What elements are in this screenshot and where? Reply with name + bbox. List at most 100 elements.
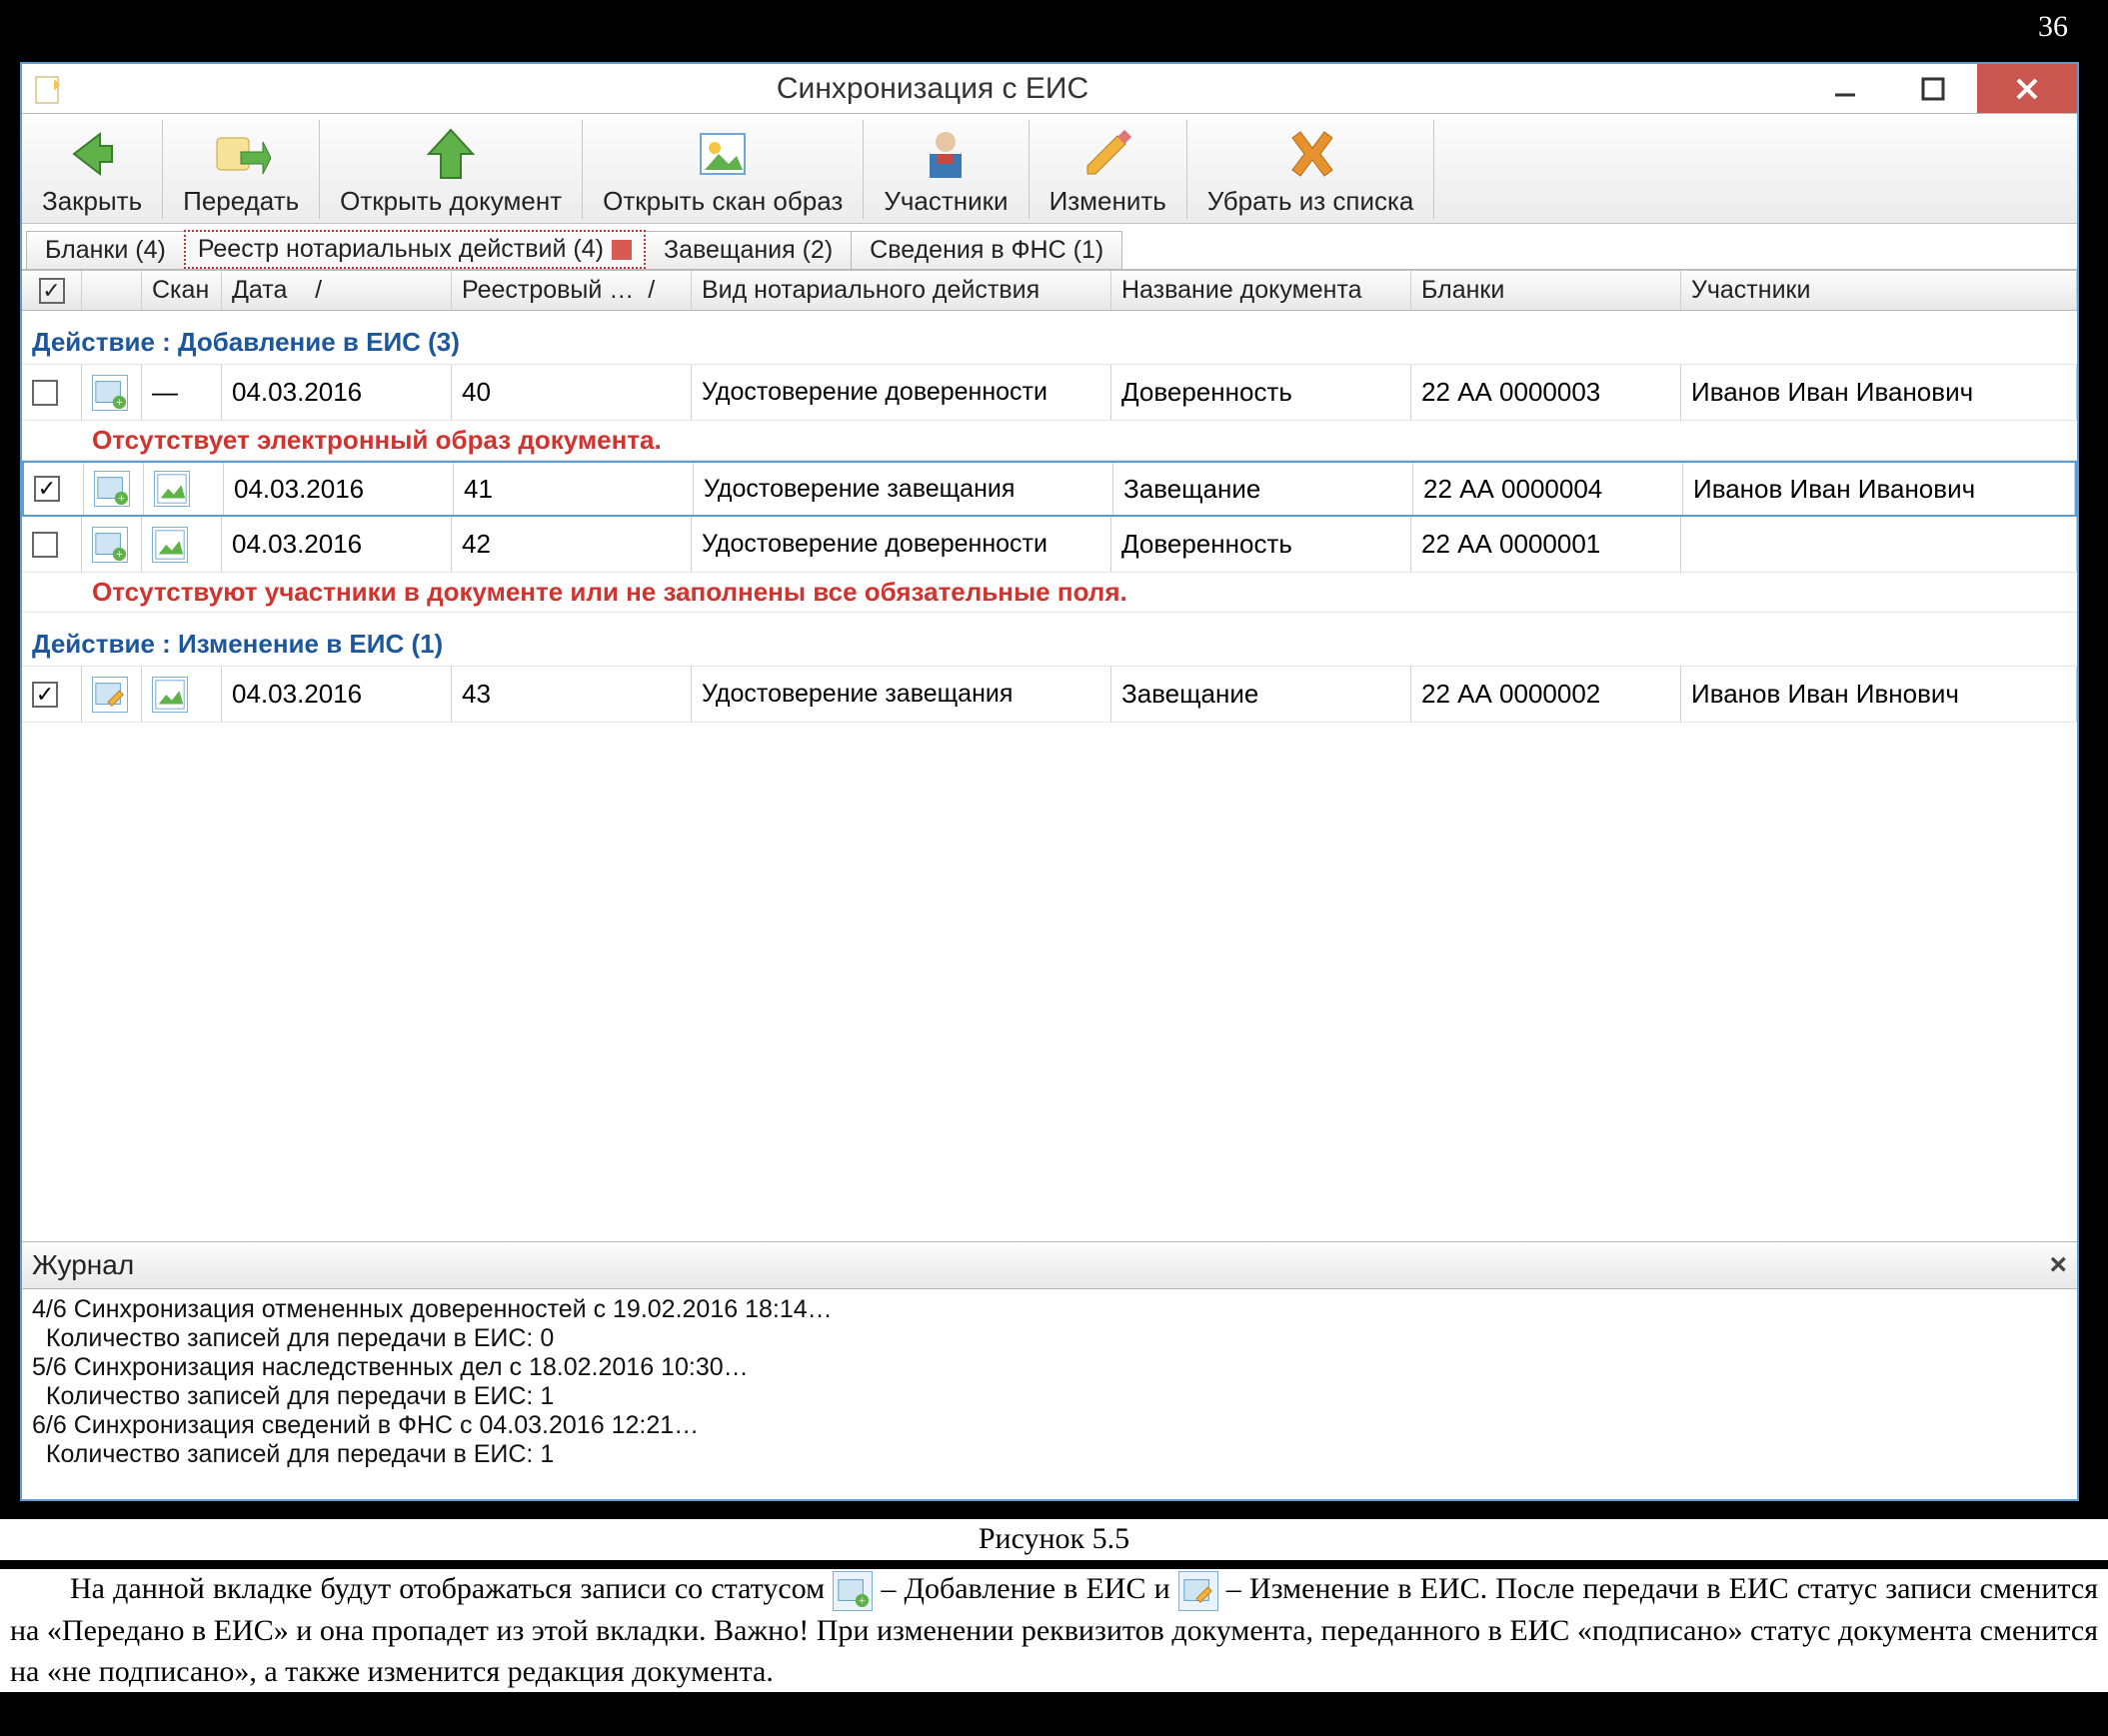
scan-thumb-icon [152,677,188,713]
tab-strip: Бланки (4) Реестр нотариальных действий … [22,224,2077,270]
col-date[interactable]: Дата / [222,271,452,310]
row-checkbox[interactable]: ✓ [32,682,58,708]
cell-participants: Иванов Иван Иванович [1681,365,2077,420]
scan-thumb-icon [152,527,188,563]
participants-tool-button[interactable]: Участники [864,120,1029,219]
journal-line: 5/6 Синхронизация наследственных дел с 1… [32,1353,2067,1382]
journal-line: Количество записей для передачи в ЕИС: 1 [32,1382,2067,1411]
row-checkbox[interactable] [32,532,58,558]
cell-blank: 22 АА 0000002 [1411,667,1681,722]
tool-label: Закрыть [42,186,142,217]
image-icon [693,124,753,184]
table-row[interactable]: + 04.03.2016 42 Удостоверение довереннос… [22,517,2077,573]
col-reg[interactable]: Реестровый … / [452,271,692,310]
tab-wills[interactable]: Завещания (2) [645,231,852,269]
tab-blanks[interactable]: Бланки (4) [26,231,185,269]
svg-text:+: + [116,549,123,561]
maximize-button[interactable] [1889,64,1977,113]
row-checkbox[interactable] [32,380,58,406]
arrow-left-green-icon [62,124,122,184]
x-orange-icon [1280,124,1340,184]
open-doc-tool-button[interactable]: Открыть документ [320,120,583,219]
svg-text:+: + [118,493,125,505]
journal-line: Количество записей для передачи в ЕИС: 0 [32,1324,2067,1353]
cell-scan: — [142,365,222,420]
tab-close-icon[interactable] [612,240,632,260]
minimize-button[interactable] [1801,64,1889,113]
close-button[interactable] [1977,64,2077,113]
paragraph-1: На данной вкладке будут отображаться зап… [0,1569,2108,1692]
scan-thumb-icon [154,471,190,507]
table-row[interactable]: ✓ + 04.03.2016 41 Удостоверение завещани… [22,461,2077,517]
journal-body[interactable]: 4/6 Синхронизация отмененных доверенност… [22,1289,2077,1499]
cell-type: Удостоверение завещания [694,463,1113,515]
journal-header: Журнал × [22,1241,2077,1289]
col-participants[interactable]: Участники [1681,271,2077,310]
tool-label: Открыть документ [340,186,562,217]
box-edit-icon [92,677,128,713]
journal-line: Количество записей для передачи в ЕИС: 1 [32,1440,2067,1469]
person-icon [916,124,976,184]
cell-reg: 41 [454,463,694,515]
select-all-checkbox[interactable]: ✓ [39,278,65,304]
col-type[interactable]: Вид нотариального действия [692,271,1111,310]
svg-text:+: + [859,1595,865,1607]
group-header-change: Действие : Изменение в ЕИС (1) [22,613,2077,667]
row-error: Отсутствуют участники в документе или не… [22,573,2077,613]
journal-line: 6/6 Синхронизация сведений в ФНС с 04.03… [32,1411,2067,1440]
toolbar: Закрыть Передать Открыть документ Открыт… [22,114,2077,224]
col-scan[interactable]: Скан [142,271,222,310]
cell-blank: 22 АА 0000003 [1411,365,1681,420]
cell-doc: Доверенность [1111,365,1411,420]
tool-label: Передать [183,186,299,217]
table-row[interactable]: ✓ 04.03.2016 43 Удостоверение завещания … [22,667,2077,723]
pencil-icon [1077,124,1137,184]
row-error: Отсутствует электронный образ документа. [22,421,2077,461]
box-add-icon: + [833,1571,873,1611]
row-checkbox[interactable]: ✓ [34,476,60,502]
arrow-up-green-icon [421,124,481,184]
svg-text:+: + [116,397,123,409]
data-grid: ✓ Скан Дата / Реестровый … / Вид нотариа… [22,270,2077,1241]
tab-label: Реестр нотариальных действий (4) [198,235,604,264]
figure-caption: Рисунок 5.5 [0,1519,2108,1560]
cell-participants: Иванов Иван Иванович [1683,463,2075,515]
cell-participants: Иванов Иван Ивнович [1681,667,2077,722]
journal-line: 4/6 Синхронизация отмененных доверенност… [32,1295,2067,1324]
remove-tool-button[interactable]: Убрать из списка [1187,120,1435,219]
col-blank[interactable]: Бланки [1411,271,1681,310]
cell-type: Удостоверение завещания [692,667,1111,722]
col-doc[interactable]: Название документа [1111,271,1411,310]
journal-title: Журнал [32,1249,134,1281]
table-row[interactable]: + — 04.03.2016 40 Удостоверение доверенн… [22,365,2077,421]
sync-dialog: Синхронизация с ЕИС Закрыть Передать Отк… [20,62,2079,1501]
cell-reg: 42 [452,517,692,572]
window-title: Синхронизация с ЕИС [64,72,1801,106]
journal-close-button[interactable]: × [2049,1248,2067,1282]
tool-label: Изменить [1050,186,1166,217]
cell-date: 04.03.2016 [222,365,452,420]
cell-doc: Доверенность [1111,517,1411,572]
tab-fns[interactable]: Сведения в ФНС (1) [851,231,1122,269]
tool-label: Участники [884,186,1008,217]
cell-date: 04.03.2016 [222,667,452,722]
app-icon [32,73,64,105]
tool-label: Открыть скан образ [603,186,843,217]
cell-doc: Завещание [1113,463,1413,515]
group-header-add: Действие : Добавление в ЕИС (3) [22,311,2077,365]
edit-tool-button[interactable]: Изменить [1030,120,1187,219]
cell-doc: Завещание [1111,667,1411,722]
cell-reg: 40 [452,365,692,420]
box-edit-icon [1178,1571,1218,1611]
close-tool-button[interactable]: Закрыть [22,120,163,219]
titlebar: Синхронизация с ЕИС [22,64,2077,114]
box-add-icon: + [94,471,130,507]
tool-label: Убрать из списка [1207,186,1414,217]
send-tool-button[interactable]: Передать [163,120,320,219]
tab-registry[interactable]: Реестр нотариальных действий (4) [184,230,646,269]
cell-reg: 43 [452,667,692,722]
cell-type: Удостоверение доверенности [692,365,1111,420]
open-scan-tool-button[interactable]: Открыть скан образ [583,120,864,219]
send-icon [211,124,271,184]
cell-date: 04.03.2016 [224,463,454,515]
